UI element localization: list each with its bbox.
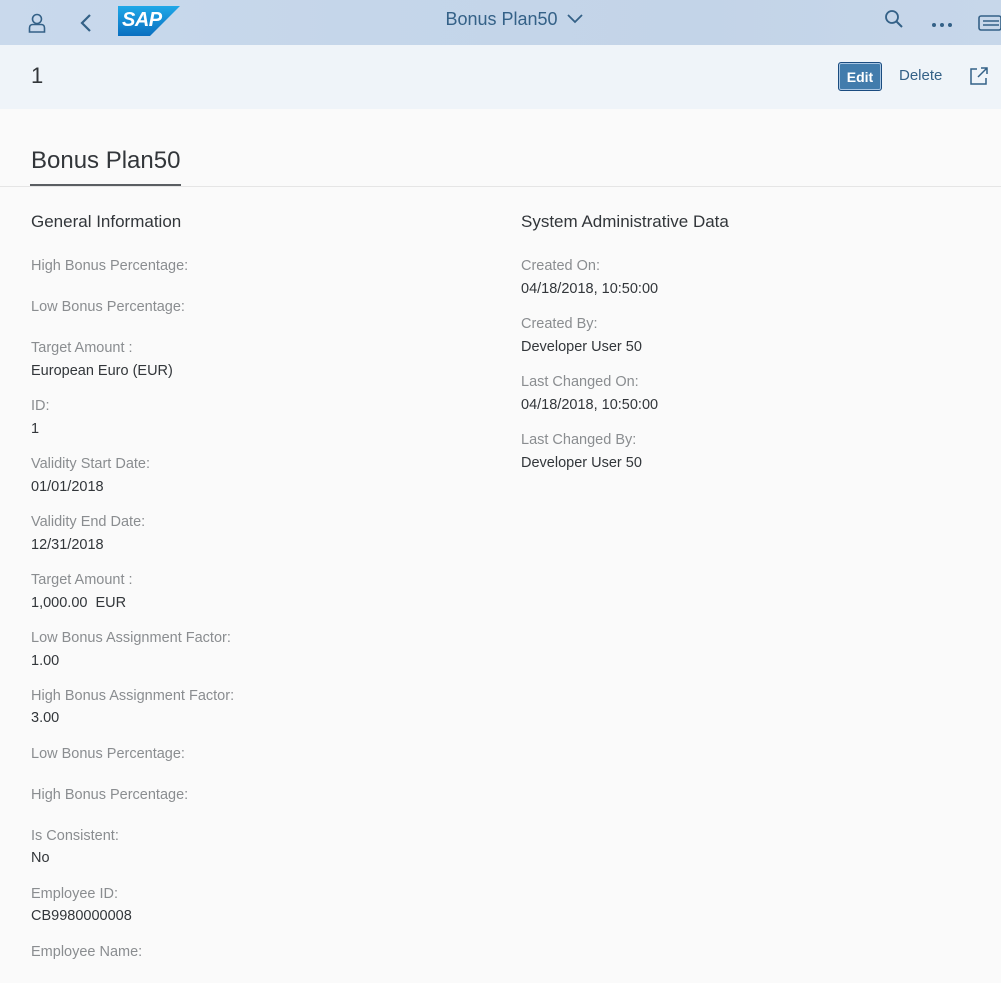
tab-divider — [0, 186, 1001, 187]
field-value: 1.00 — [31, 653, 60, 669]
field-value: 04/18/2018, 10:50:00 — [521, 281, 659, 297]
field-value: 04/18/2018, 10:50:00 — [521, 397, 659, 413]
field-label: High Bonus Percentage: — [31, 258, 189, 274]
field-label: Last Changed By: — [521, 432, 637, 448]
field-value: CB9980000008 — [31, 908, 132, 924]
field-label: Created By: — [521, 316, 598, 332]
field-value: 12/31/2018 — [31, 537, 104, 553]
field-value: 3.00 — [31, 710, 60, 726]
field-label: High Bonus Assignment Factor: — [31, 688, 235, 704]
search-icon[interactable] — [882, 0, 906, 41]
field-label: Employee ID: — [31, 886, 119, 902]
delete-button[interactable]: Delete — [899, 67, 942, 84]
field-value: 01/01/2018 — [31, 479, 104, 495]
field-label: Target Amount : — [31, 572, 133, 588]
field-label: Low Bonus Percentage: — [31, 746, 185, 762]
field-label: Low Bonus Percentage: — [31, 299, 185, 315]
admin-data-title: System Administrative Data — [521, 212, 729, 231]
field-label: Low Bonus Assignment Factor: — [31, 630, 231, 646]
overflow-icon[interactable] — [929, 2, 955, 47]
app-title: Bonus Plan50 — [445, 8, 558, 29]
shell-bar: SAP Bonus Plan50 — [0, 0, 1001, 45]
field-label: High Bonus Percentage: — [31, 787, 189, 803]
field-value: Developer User 50 — [521, 339, 642, 355]
field-label: ID: — [31, 398, 50, 414]
notifications-icon[interactable] — [977, 0, 1001, 45]
field-label: Created On: — [521, 258, 600, 274]
field-label: Validity Start Date: — [31, 456, 151, 472]
field-value: No — [31, 850, 50, 866]
field-value: European Euro (EUR) — [31, 363, 173, 379]
field-label: Last Changed On: — [521, 374, 639, 390]
shell-title[interactable]: Bonus Plan50 — [0, 0, 1001, 38]
field-label: Is Consistent: — [31, 828, 119, 844]
field-label: Target Amount : — [31, 340, 133, 356]
tab-bonus-plan[interactable]: Bonus Plan50 — [31, 147, 180, 175]
field-value: 1 — [31, 421, 40, 437]
share-icon[interactable] — [968, 65, 990, 87]
field-label: Employee Name: — [31, 944, 143, 960]
edit-button[interactable]: Edit — [838, 62, 882, 91]
chevron-down-icon — [566, 13, 584, 25]
field-value: 1,000.00 EUR — [31, 595, 127, 611]
field-value: Developer User 50 — [521, 455, 642, 471]
object-id: 1 — [31, 63, 44, 88]
field-label: Validity End Date: — [31, 514, 146, 530]
general-info-title: General Information — [31, 212, 182, 231]
